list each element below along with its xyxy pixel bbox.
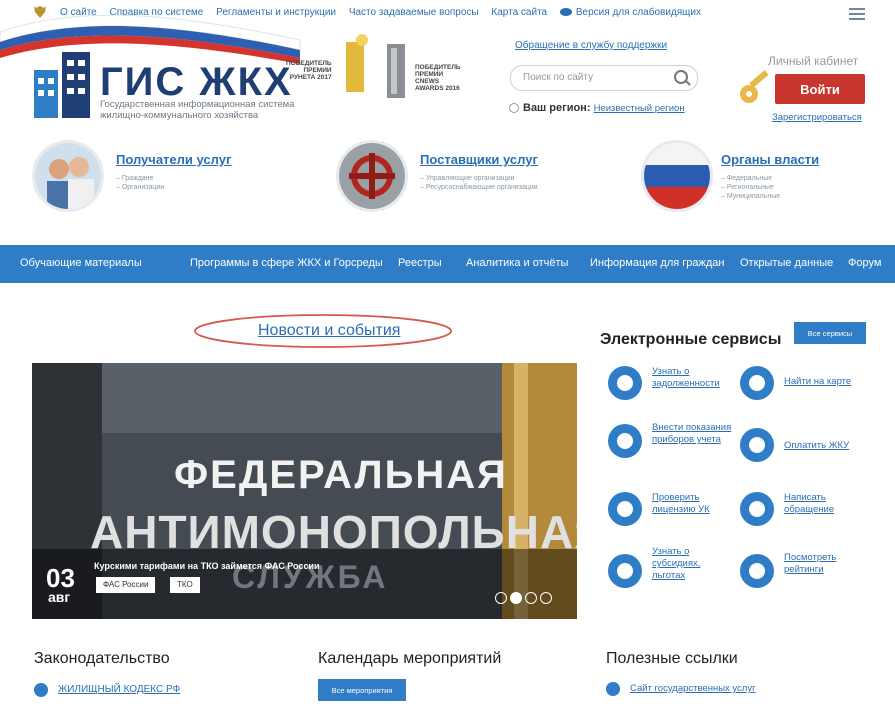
providers-photo	[336, 140, 408, 212]
all-services-button[interactable]: Все сервисы	[794, 322, 866, 344]
search-box[interactable]: Поиск по сайту	[510, 65, 698, 91]
support-link[interactable]: Обращение в службу поддержки	[515, 40, 667, 51]
news-tag-fas[interactable]: ФАС России	[96, 577, 156, 593]
law-section-title: Законодательство	[34, 650, 170, 667]
region-link[interactable]: Неизвестный регион	[594, 103, 685, 114]
news-tag-tko[interactable]: ТКО	[170, 577, 200, 593]
nav-citizens[interactable]: Информация для граждан	[590, 257, 724, 269]
gosuslugi-link[interactable]: Сайт государственных услуг	[630, 683, 756, 694]
meter-icon	[608, 424, 642, 458]
slider-dot[interactable]	[540, 592, 552, 604]
authorities-flag-photo	[641, 140, 713, 212]
nav-training[interactable]: Обучающие материалы	[20, 257, 142, 269]
nav-registries[interactable]: Реестры	[398, 257, 442, 269]
search-input[interactable]: Поиск по сайту	[523, 72, 593, 83]
cabinet-label: Личный кабинет	[768, 54, 859, 68]
main-nav: Обучающие материалы Программы в сфере ЖК…	[0, 245, 895, 283]
site-subtitle: Государственная информационная система ж…	[100, 99, 295, 121]
award-runet: ПОБЕДИТЕЛЬ ПРЕМИИ РУНЕТА 2017	[286, 60, 332, 81]
all-events-button[interactable]: Все мероприятия	[318, 679, 406, 701]
calendar-section-title: Календарь мероприятий	[318, 650, 502, 667]
user-categories: Получатели услуг – Граждане – Организаци…	[0, 140, 895, 232]
percent-icon	[608, 554, 642, 588]
map-pin-icon	[740, 366, 774, 400]
recipients-photo	[32, 140, 104, 212]
wallet-icon	[740, 428, 774, 462]
nav-open-data[interactable]: Открытые данные	[740, 257, 833, 269]
useful-links-title: Полезные ссылки	[606, 650, 738, 667]
register-link[interactable]: Зарегистрироваться	[772, 112, 862, 123]
book-icon	[34, 683, 48, 697]
building-logo-icon	[34, 52, 90, 118]
location-pin-icon	[509, 103, 519, 114]
chart-icon	[740, 554, 774, 588]
nav-analytics[interactable]: Аналитика и отчёты	[466, 257, 568, 269]
silver-trophy-icon	[387, 44, 405, 98]
news-section-title[interactable]: Новости и события	[258, 322, 400, 340]
services-title: Электронные сервисы	[600, 331, 782, 348]
link-icon	[606, 682, 620, 696]
top-link-faq[interactable]: Часто задаваемые вопросы	[349, 7, 479, 18]
accessibility-link[interactable]: Версия для слабовидящих	[559, 7, 701, 18]
slider-dots	[495, 591, 555, 609]
slider-dot-active[interactable]	[510, 592, 522, 604]
slider-dot[interactable]	[495, 592, 507, 604]
slide-text-line1: ФЕДЕРАЛЬНАЯ	[174, 453, 508, 497]
nav-forum[interactable]: Форум	[848, 257, 881, 269]
gold-trophy-icon	[346, 34, 368, 92]
hamburger-menu-icon[interactable]	[849, 8, 865, 20]
slider-dot[interactable]	[525, 592, 537, 604]
top-link-sitemap[interactable]: Карта сайта	[491, 7, 547, 18]
login-button[interactable]: Войти	[775, 74, 865, 104]
key-icon	[740, 70, 769, 103]
eye-icon	[559, 8, 572, 17]
news-headline[interactable]: Курскими тарифами на ТКО займется ФАС Ро…	[94, 561, 320, 571]
award-cnews: ПОБЕДИТЕЛЬ ПРЕМИИ CNEWS AWARDS 2016	[415, 64, 461, 92]
news-month: авг	[48, 589, 71, 605]
housing-code-link[interactable]: ЖИЛИЩНЫЙ КОДЕКС РФ	[58, 684, 180, 695]
news-slider[interactable]: ФЕДЕРАЛЬНАЯ АНТИМОНОПОЛЬНАЯ СЛУЖБА 03 ав…	[32, 363, 577, 619]
region-selector: Ваш регион: Неизвестный регион	[509, 102, 685, 114]
ruble-icon	[608, 366, 642, 400]
search-icon[interactable]	[674, 70, 688, 84]
nav-programs[interactable]: Программы в сфере ЖКХ и Горсреды	[190, 257, 383, 269]
award-badge-icon	[608, 492, 642, 526]
chat-bubble-icon	[740, 492, 774, 526]
